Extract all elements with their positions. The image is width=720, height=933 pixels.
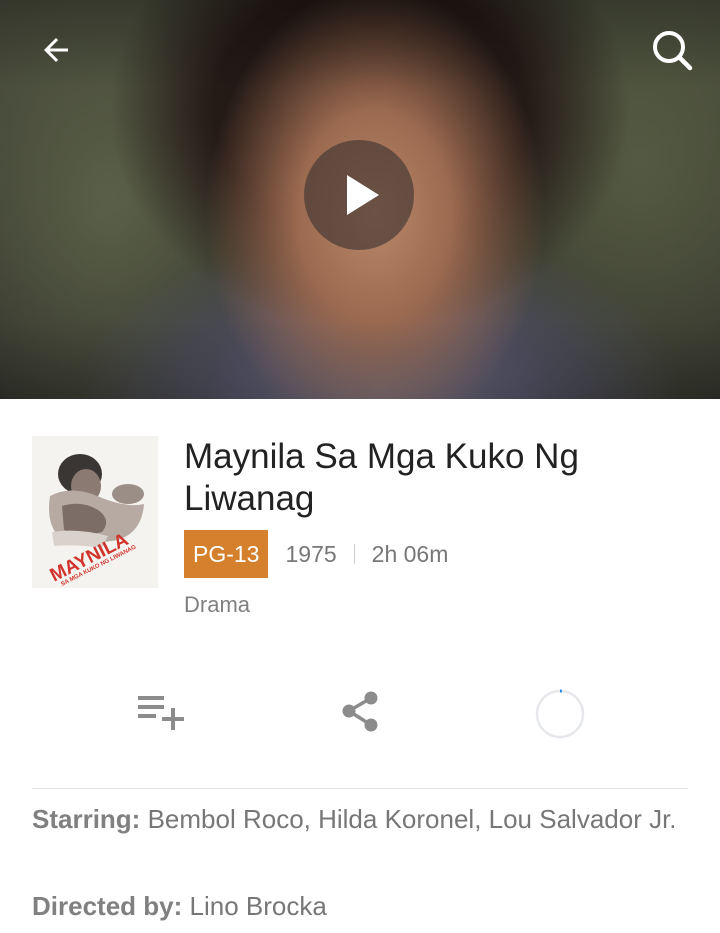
loading-spinner-icon (535, 689, 585, 739)
starring-label: Starring: (32, 804, 141, 834)
add-to-playlist-button[interactable] (131, 682, 191, 742)
movie-poster[interactable]: MAYNILA SA MGA KUKO NG LIWANAG (32, 436, 158, 588)
search-button[interactable] (642, 20, 702, 80)
play-icon (347, 175, 379, 215)
rating-badge: PG-13 (184, 530, 269, 578)
genre-label: Drama (184, 592, 251, 617)
director-label: Directed by: (32, 891, 183, 921)
director-line: Directed by: Lino Brocka (32, 889, 688, 923)
starring-names: Bembol Roco, Hilda Koronel, Lou Salvador… (147, 804, 677, 834)
back-button[interactable] (26, 20, 86, 80)
share-button[interactable] (330, 682, 390, 742)
release-year: 1975 (285, 540, 337, 567)
director-name: Lino Brocka (189, 891, 327, 921)
search-icon (653, 31, 693, 71)
poster-artwork: MAYNILA SA MGA KUKO NG LIWANAG (32, 436, 158, 588)
section-divider (32, 788, 688, 789)
share-icon (342, 691, 378, 732)
arrow-left-icon (44, 38, 68, 62)
movie-title: Maynila Sa Mga Kuko Ng Liwanag (184, 437, 579, 518)
play-button[interactable] (304, 140, 414, 250)
playlist-add-icon (138, 696, 184, 730)
meta-separator (353, 544, 355, 564)
starring-line: Starring: Bembol Roco, Hilda Koronel, Lo… (32, 802, 688, 836)
movie-meta-row: PG-13 1975 2h 06m (184, 530, 448, 578)
runtime: 2h 06m (371, 540, 449, 567)
download-progress[interactable] (530, 682, 590, 742)
hero-video-banner (0, 0, 720, 399)
